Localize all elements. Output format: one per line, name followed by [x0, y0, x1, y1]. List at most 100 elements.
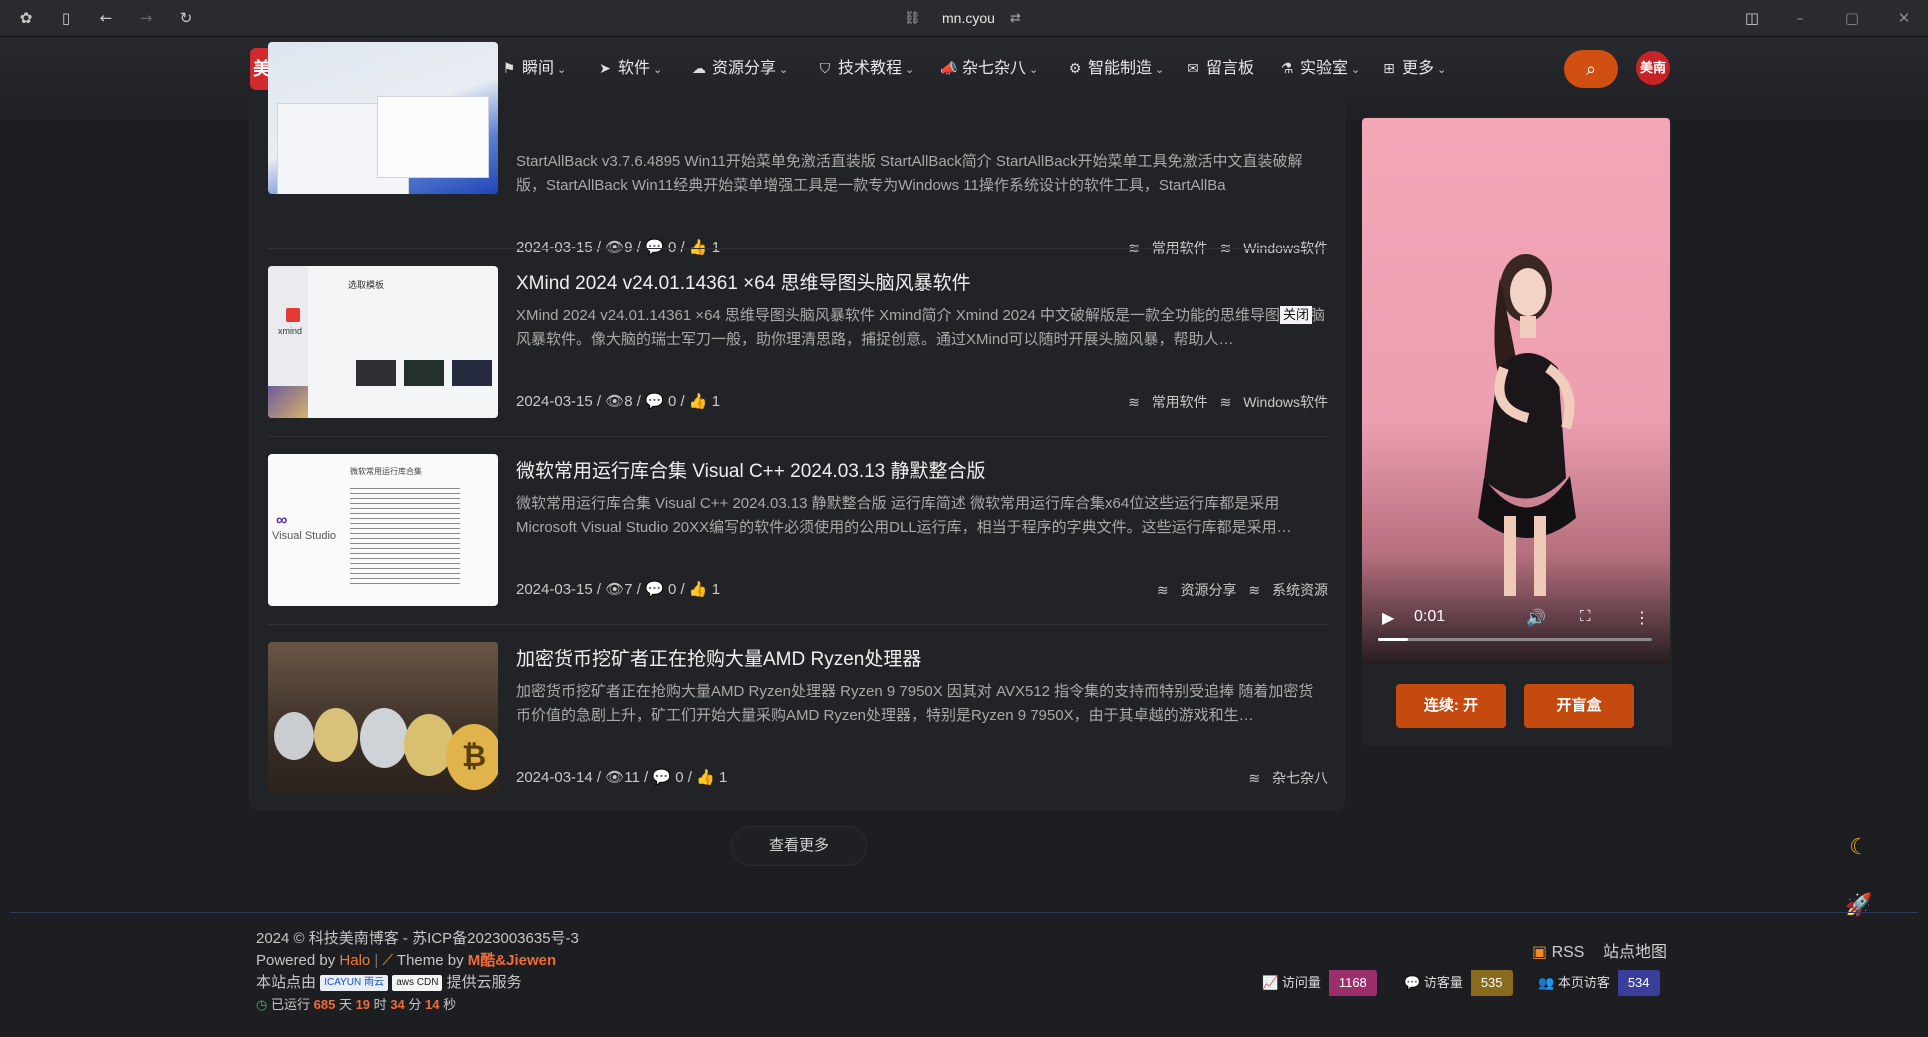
uptime-seconds-unit: 秒 — [443, 997, 457, 1012]
stat-badge-page-visitors: 👥 本页访客 534 — [1530, 970, 1660, 996]
post-title[interactable]: 加密货币挖矿者正在抢购大量AMD Ryzen处理器 — [516, 644, 921, 671]
comment-count: 0 — [675, 769, 684, 786]
sitemap-link[interactable]: 站点地图 — [1603, 944, 1667, 961]
play-icon[interactable]: ▶ — [1382, 608, 1394, 628]
volume-icon[interactable]: 🔊 — [1526, 608, 1546, 628]
tag-label: 常用软件 — [1151, 394, 1208, 410]
more-options-icon[interactable]: ⋮ — [1634, 608, 1650, 628]
view-more-button[interactable]: 查看更多 — [732, 827, 866, 865]
post-tags: ≋ 常用软件 ≋ Windows软件 — [1120, 392, 1328, 412]
bitcoin-icon: ₿ — [446, 724, 498, 790]
maximize-icon[interactable]: ▢ — [1842, 8, 1862, 28]
cloud-label: 本站点由 — [256, 974, 317, 991]
tag-link[interactable]: ≋ 杂七杂八 — [1248, 770, 1328, 786]
post-list-card: StartAllBack v3.7.6.4895 Win11开始菜单免激活直装版… — [250, 42, 1344, 809]
uptime: ◷ 已运行 685 天 19 时 34 分 14 秒 — [256, 994, 579, 1016]
like-count: 1 — [718, 769, 728, 786]
stat-value: 1168 — [1328, 970, 1377, 996]
post-thumbnail-startallback[interactable] — [268, 42, 498, 194]
visitor-icon-label: 💬 访客量 — [1396, 970, 1471, 996]
reload-icon[interactable]: ↻ — [176, 8, 196, 28]
search-button[interactable]: ⌕ — [1564, 50, 1618, 88]
stat-badge-visitors: 💬 访客量 535 — [1396, 970, 1513, 996]
post-title[interactable]: XMind 2024 v24.01.14361 ×64 思维导图头脑风暴软件 — [516, 268, 971, 295]
rss-icon: ▣ — [1532, 944, 1548, 961]
post-item[interactable]: StartAllBack v3.7.6.4895 Win11开始菜单免激活直装版… — [268, 34, 1328, 256]
template-card — [452, 360, 492, 386]
back-to-top-button[interactable]: 🚀 — [1844, 890, 1874, 920]
post-item[interactable]: xmind 选取模板 XMind 2024 v24.01.14361 ×64 思… — [268, 266, 1328, 426]
icp-link[interactable]: 苏ICP备2023003635号-3 — [412, 930, 579, 947]
vs-brand: Visual Studio — [272, 530, 337, 542]
post-meta: 2024-03-15 / 👁8 / 💬 0 / 👍 1 — [516, 393, 721, 410]
footer-info: 2024 © 科技美南博客 - 苏ICP备2023003635号-3 Power… — [256, 928, 579, 1016]
browser-menu-icon[interactable]: ✿ — [16, 8, 36, 28]
comment-icon: 💬 — [652, 769, 672, 786]
split-view-icon[interactable]: ◫ — [1742, 8, 1762, 28]
post-thumbnail-crypto[interactable]: ₿ — [268, 642, 498, 794]
post-tags: ≋ 杂七杂八 — [1240, 768, 1328, 788]
coin-shape — [314, 708, 358, 762]
footer-cloud-line: 本站点由 ICAYUN 雨云 aws CDN 提供云服务 — [256, 972, 579, 994]
post-description: 微软常用运行库合集 Visual C++ 2024.03.13 静默整合版 运行… — [516, 495, 1292, 536]
stat-value: 535 — [1470, 970, 1513, 996]
aws-cdn-badge[interactable]: aws CDN — [392, 975, 443, 992]
xmind-dialog-title: 选取模板 — [348, 280, 385, 290]
comment-icon: 💬 — [645, 581, 664, 598]
vs-list-title: 微软常用运行库合集 — [350, 467, 422, 476]
tag-link[interactable]: ≋ 资源分享 — [1157, 582, 1237, 598]
tag-link[interactable]: ≋ 常用软件 — [1128, 394, 1208, 410]
post-item[interactable]: ∞ Visual Studio 微软常用运行库合集 微软常用运行库合集 Visu… — [268, 454, 1328, 614]
coin-shape — [274, 712, 314, 760]
dark-mode-toggle[interactable]: ☾ — [1844, 832, 1874, 862]
divider — [268, 624, 1328, 625]
close-window-icon[interactable]: ✕ — [1894, 8, 1914, 28]
video-time: 0:01 — [1414, 608, 1446, 625]
post-description: 加密货币挖矿者正在抢购大量AMD Ryzen处理器 Ryzen 9 7950X … — [516, 683, 1314, 724]
user-avatar[interactable]: 美南 — [1636, 51, 1670, 85]
window-shape — [378, 97, 488, 177]
stat-value: 534 — [1617, 970, 1660, 996]
tag-label: 系统资源 — [1272, 582, 1328, 598]
chevron-down-icon: ⌄ — [1437, 64, 1447, 76]
nav-item-10[interactable]: ⊞ 更多 ⌄ — [1380, 56, 1446, 80]
back-icon[interactable]: ← — [96, 8, 116, 28]
rainyun-badge[interactable]: ICAYUN 雨云 — [320, 975, 389, 992]
video-frame — [1478, 254, 1576, 596]
post-title[interactable]: 微软常用运行库合集 Visual C++ 2024.03.13 静默整合版 — [516, 456, 986, 483]
forward-icon[interactable]: → — [136, 8, 156, 28]
template-card — [404, 360, 444, 386]
rss-link[interactable]: RSS — [1552, 944, 1585, 961]
halo-link[interactable]: Halo — [339, 952, 370, 969]
blind-box-button[interactable]: 开盲盒 — [1524, 684, 1634, 728]
stat-label: 访问量 — [1281, 975, 1321, 990]
post-meta: 2024-03-15 / 👁7 / 💬 0 / 👍 1 — [516, 581, 721, 598]
powered-label: Powered by — [256, 952, 336, 969]
theme-author-link[interactable]: M酷&Jiewen — [468, 952, 556, 969]
tag-link[interactable]: ≋ 系统资源 — [1248, 582, 1328, 598]
rocket-icon: 🚀 — [1845, 892, 1873, 917]
tag-label: 杂七杂八 — [1272, 770, 1328, 786]
tag-link[interactable]: ≋ Windows软件 — [1220, 394, 1328, 410]
continuous-play-button[interactable]: 连续: 开 — [1396, 684, 1506, 728]
cloud-suffix: 提供云服务 — [446, 974, 522, 991]
post-thumbnail-vcredist[interactable]: ∞ Visual Studio 微软常用运行库合集 — [268, 454, 498, 606]
post-thumbnail-xmind[interactable]: xmind 选取模板 — [268, 266, 498, 418]
uptime-days: 685 — [313, 997, 336, 1012]
uptime-minutes-unit: 分 — [408, 997, 422, 1012]
address-text: mn.cyou — [942, 10, 995, 26]
post-item[interactable]: ₿ 加密货币挖矿者正在抢购大量AMD Ryzen处理器 加密货币挖矿者正在抢购大… — [268, 642, 1328, 802]
close-badge[interactable]: 关闭 — [1280, 306, 1313, 324]
theme-label: Theme by — [396, 952, 464, 969]
site-settings-icon[interactable]: ⇄ — [1010, 7, 1021, 29]
minimize-icon[interactable]: – — [1790, 8, 1810, 28]
like-icon: 👍 — [688, 581, 708, 598]
fullscreen-icon[interactable]: ⛶ — [1580, 608, 1591, 625]
footer-powered-line: Powered by Halo | ⟋ Theme by M酷&Jiewen — [256, 952, 557, 969]
sidebar-toggle-icon[interactable]: ▯ — [56, 8, 76, 28]
video-controls: ▶ 0:01 🔊 ⛶ ⋮ — [1362, 608, 1670, 664]
nav-item-label: 更多 — [1402, 60, 1435, 77]
video-progress-bar[interactable] — [1378, 638, 1652, 641]
video-player[interactable]: ▶ 0:01 🔊 ⛶ ⋮ — [1362, 118, 1670, 664]
address-bar[interactable]: ⛓ mn.cyou ⇄ — [890, 7, 1040, 29]
